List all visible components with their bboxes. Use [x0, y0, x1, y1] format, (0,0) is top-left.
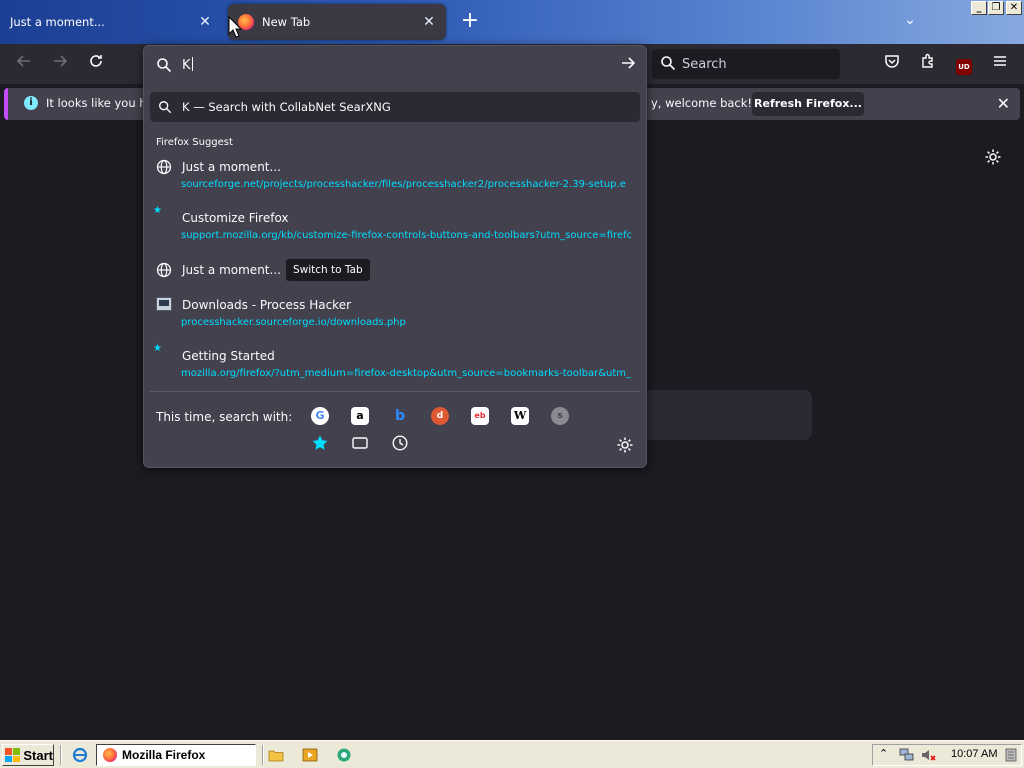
- folder-icon[interactable]: [268, 747, 284, 763]
- urlbar-dropdown: K K — Search with CollabNet SearXNG Fire…: [143, 45, 647, 468]
- puzzle-icon: [922, 53, 933, 68]
- arrow-left-icon: [16, 55, 30, 67]
- info-icon: i: [24, 96, 38, 110]
- result-url: processhacker.sourceforge.io/downloads.p…: [181, 317, 406, 328]
- result-row[interactable]: Downloads - Process Hacker processhacker…: [144, 295, 646, 339]
- history-shortcut-icon[interactable]: [390, 434, 410, 454]
- mouse-cursor-icon: [228, 16, 242, 38]
- result-row[interactable]: Just a moment... Switch to Tab: [144, 259, 646, 286]
- close-window-button[interactable]: ✕: [1006, 1, 1022, 15]
- taskbar: Start Mozilla Firefox ⌃ 10:07 AM: [0, 740, 1024, 768]
- new-tab-button[interactable]: +: [458, 10, 482, 34]
- app-menu-button[interactable]: [988, 52, 1012, 76]
- text-caret: [191, 57, 193, 71]
- google-engine-icon[interactable]: G: [311, 407, 329, 425]
- result-title: Just a moment...: [182, 263, 281, 277]
- notification-text-end: y, welcome back!: [651, 96, 753, 110]
- windows-logo-icon: [5, 748, 21, 762]
- tab-new-tab[interactable]: New Tab ✕: [228, 4, 446, 40]
- urlbar-input[interactable]: K: [144, 46, 646, 84]
- bing-engine-icon[interactable]: b: [391, 407, 409, 425]
- result-row[interactable]: Just a moment... sourceforge.net/project…: [144, 157, 646, 201]
- taskbar-separator: [60, 745, 62, 765]
- ublock-icon: UD: [956, 59, 972, 75]
- start-label: Start: [23, 747, 53, 763]
- globe-icon: [156, 159, 172, 175]
- tray-app-icon[interactable]: [1005, 748, 1017, 765]
- section-label: Firefox Suggest: [156, 137, 233, 148]
- reload-icon: [90, 55, 102, 67]
- close-notification-icon[interactable]: ✕: [997, 94, 1010, 113]
- forward-button[interactable]: [48, 52, 72, 76]
- go-arrow-icon[interactable]: [620, 55, 636, 76]
- list-all-tabs-icon[interactable]: ⌄: [898, 12, 922, 32]
- tab-title: New Tab: [262, 15, 311, 29]
- ublock-button[interactable]: UD: [952, 52, 976, 76]
- result-row[interactable]: ★ Getting Started mozilla.org/firefox/?u…: [144, 343, 646, 390]
- one-off-search-label: This time, search with:: [156, 410, 293, 424]
- close-tab-icon[interactable]: ✕: [196, 13, 214, 31]
- result-url: support.mozilla.org/kb/customize-firefox…: [181, 230, 631, 241]
- close-tab-icon[interactable]: ✕: [420, 13, 438, 31]
- search-icon: [158, 100, 172, 117]
- wikipedia-engine-icon[interactable]: W: [511, 407, 529, 425]
- bookmarks-shortcut-icon[interactable]: [310, 434, 330, 454]
- show-hidden-icons-icon[interactable]: ⌃: [879, 747, 888, 760]
- result-url: sourceforge.net/projects/processhacker/f…: [181, 179, 626, 190]
- refresh-firefox-button[interactable]: Refresh Firefox...: [752, 92, 864, 116]
- firefox-bookmark-icon: ★: [153, 343, 162, 354]
- start-button[interactable]: Start: [2, 744, 54, 766]
- result-title: Customize Firefox: [182, 211, 289, 225]
- page-settings-gear-icon[interactable]: [984, 148, 1002, 169]
- hamburger-icon: [994, 56, 1006, 66]
- media-player-icon[interactable]: [302, 747, 318, 763]
- result-title: Just a moment...: [182, 160, 281, 174]
- network-icon[interactable]: [899, 748, 915, 765]
- ebay-engine-icon[interactable]: eb: [471, 407, 489, 425]
- taskbar-separator: [262, 745, 264, 765]
- internet-explorer-icon[interactable]: [72, 747, 88, 763]
- result-title: Getting Started: [182, 349, 275, 363]
- taskbar-item-label: Mozilla Firefox: [122, 748, 206, 762]
- reload-button[interactable]: [84, 52, 108, 76]
- duckduckgo-engine-icon[interactable]: d: [431, 407, 449, 425]
- switch-to-tab-label: Switch to Tab: [286, 259, 370, 281]
- result-title: Downloads - Process Hacker: [182, 298, 352, 312]
- search-placeholder: Search: [682, 56, 727, 72]
- process-hacker-icon: [156, 297, 172, 313]
- globe-icon: [156, 262, 172, 278]
- search-icon: [156, 57, 172, 76]
- taskbar-item-firefox[interactable]: Mozilla Firefox: [96, 744, 256, 766]
- arrow-right-icon: [54, 55, 68, 67]
- search-icon: [660, 55, 676, 75]
- search-settings-gear-icon[interactable]: [616, 436, 634, 457]
- pocket-icon: [885, 55, 899, 68]
- pocket-button[interactable]: [880, 52, 904, 76]
- system-tray: ⌃ 10:07 AM: [872, 744, 1022, 766]
- minimize-button[interactable]: _: [971, 1, 987, 15]
- messenger-icon[interactable]: [336, 747, 352, 763]
- firefox-bookmark-icon: ★: [153, 205, 162, 216]
- tab-just-a-moment[interactable]: Just a moment... ✕: [0, 4, 222, 40]
- extensions-button[interactable]: [916, 52, 940, 76]
- heuristic-label: K — Search with CollabNet SearXNG: [182, 100, 391, 114]
- result-row[interactable]: ★ Customize Firefox support.mozilla.org/…: [144, 205, 646, 252]
- heuristic-search-result[interactable]: K — Search with CollabNet SearXNG: [150, 92, 640, 122]
- restore-button[interactable]: ❐: [988, 1, 1004, 15]
- tab-strip: Just a moment... ✕ New Tab ✕ + ⌄ _ ❐ ✕: [0, 0, 1024, 44]
- tab-title: Just a moment...: [10, 15, 105, 29]
- search-bar[interactable]: Search: [652, 49, 840, 79]
- back-button[interactable]: [12, 52, 36, 76]
- firefox-icon: [103, 748, 117, 762]
- amazon-engine-icon[interactable]: a: [351, 407, 369, 425]
- result-url: mozilla.org/firefox/?utm_medium=firefox-…: [181, 368, 631, 379]
- volume-muted-icon[interactable]: [921, 748, 937, 765]
- divider: [150, 391, 640, 392]
- tabs-shortcut-icon[interactable]: [350, 434, 370, 454]
- searxng-engine-icon[interactable]: s: [551, 407, 569, 425]
- urlbar-value: K: [182, 58, 191, 73]
- clock: 10:07 AM: [951, 748, 998, 760]
